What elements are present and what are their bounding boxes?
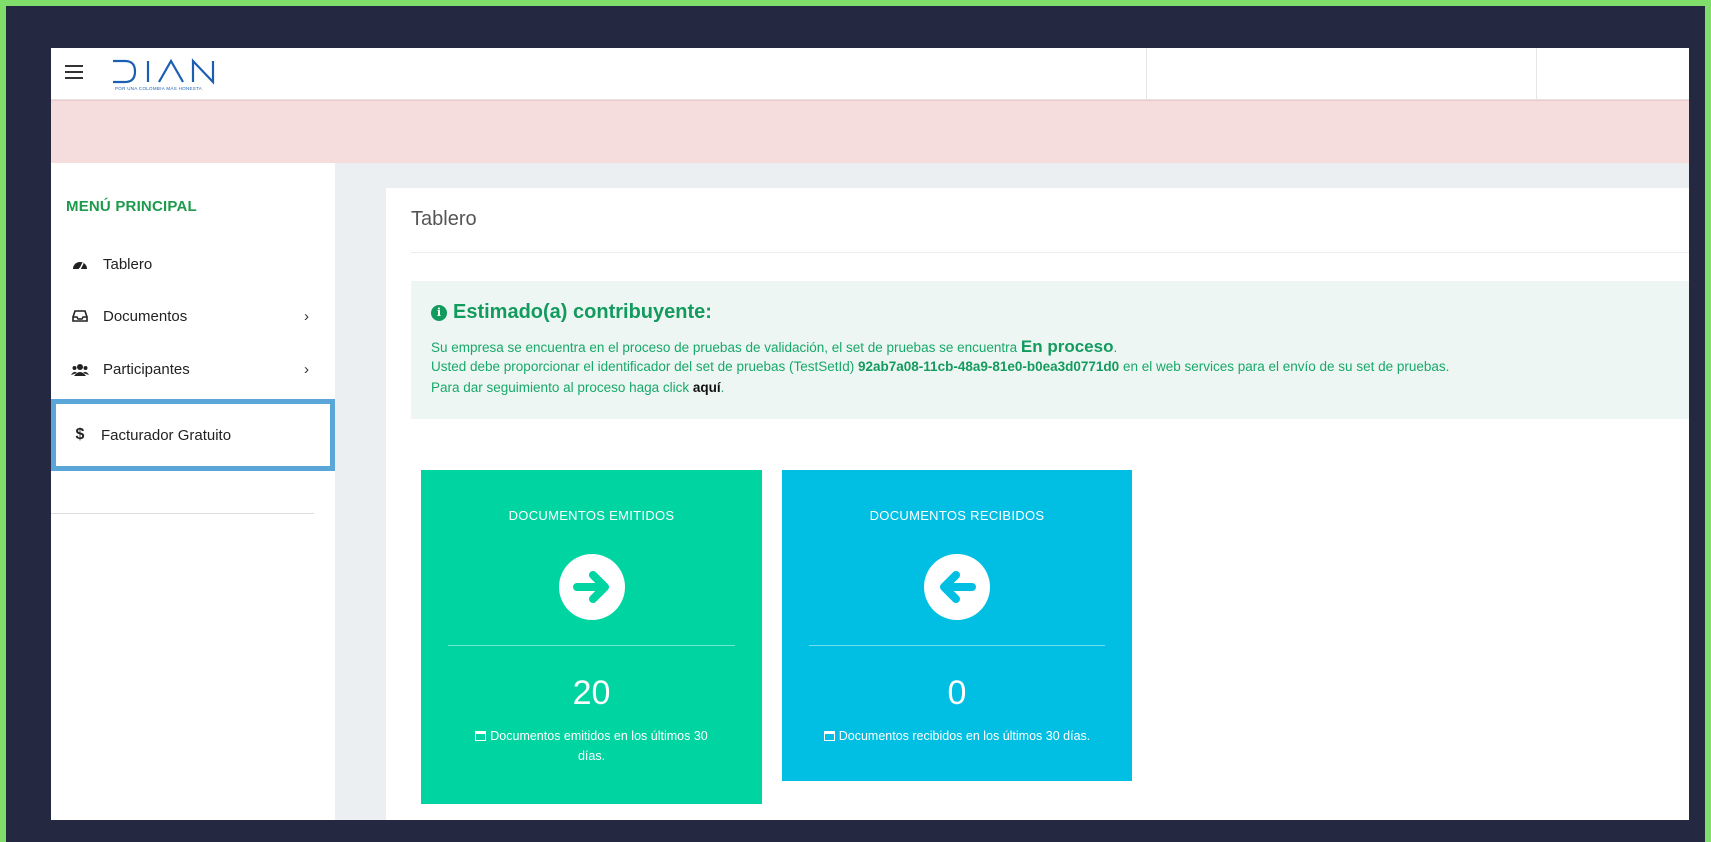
info-line-followup: Para dar seguimiento al proceso haga cli… [431,380,724,395]
info-text: en el web services para el envío de su s… [1119,359,1450,374]
card-footer-text: Documentos recibidos en los últimos 30 d… [838,729,1091,743]
sidebar-divider [51,513,314,514]
sidebar-item-tablero[interactable]: Tablero [51,241,335,287]
card-title: DOCUMENTOS RECIBIDOS [869,508,1045,523]
logo-tagline: POR UNA COLOMBIA MÁS HONESTA [115,86,203,91]
sidebar-item-label: Documentos [103,307,188,325]
header-divider [1146,48,1147,100]
info-heading: i Estimado(a) contribuyente: [431,301,712,324]
info-alert: i Estimado(a) contribuyente: Su empresa … [411,281,1689,419]
dashboard-panel: Tablero i Estimado(a) contribuyente: Su … [386,188,1689,820]
info-circle-icon: i [431,304,447,321]
top-bar: POR UNA COLOMBIA MÁS HONESTA [51,48,1689,100]
info-line-status: Su empresa se encuentra en el proceso de… [431,337,1117,357]
sidebar-item-facturador-gratuito[interactable]: $ Facturador Gratuito [51,399,335,471]
card-footer: Documentos recibidos en los últimos 30 d… [812,726,1102,746]
card-footer-text: Documentos emitidos en los últimos 30 [490,729,708,743]
chevron-right-icon: › [304,361,309,378]
card-footer-text: días. [577,749,606,763]
card-count: 20 [572,674,611,712]
card-documentos-emitidos[interactable]: DOCUMENTOS EMITIDOS 20 Documentos emitid… [421,470,762,804]
sidebar: MENÚ PRINCIPAL Tablero Documentos › Part… [51,163,335,820]
users-icon [71,361,89,377]
app-screen: POR UNA COLOMBIA MÁS HONESTA MENÚ PRINCI… [51,48,1689,820]
sidebar-item-label: Tablero [103,255,153,273]
card-footer: Documentos emitidos en los últimos 30 dí… [451,726,732,766]
card-count: 0 [947,674,967,712]
info-text: . [1113,340,1118,355]
alert-band [51,100,1689,163]
chevron-right-icon: › [304,308,309,325]
header-divider [1536,48,1537,100]
info-text: . [720,380,725,395]
card-divider [448,645,735,646]
inbox-icon [71,308,89,324]
sidebar-item-documentos[interactable]: Documentos › [51,293,335,339]
arrow-right-circle-icon [558,554,625,620]
info-line-testsetid: Usted debe proporcionar el identificador… [431,359,1449,374]
arrow-left-circle-icon [924,554,990,620]
page-title: Tablero [411,208,477,230]
title-divider [411,252,1689,253]
card-divider [809,645,1105,646]
hamburger-menu-icon[interactable] [65,65,83,81]
sidebar-item-label: Participantes [103,360,190,378]
aqui-link[interactable]: aquí [693,380,721,395]
info-text: Para dar seguimiento al proceso haga cli… [431,380,693,395]
status-text: En proceso [1020,337,1114,356]
testset-id: 92ab7a08-11cb-48a9-81e0-b0ea3d0771d0 [858,359,1120,374]
info-text: Su empresa se encuentra en el proceso de… [431,340,1021,355]
card-title: DOCUMENTOS EMITIDOS [508,508,675,523]
info-heading-text: Estimado(a) contribuyente: [453,301,712,323]
calendar-icon [823,731,835,741]
info-text: Usted debe proporcionar el identificador… [431,359,858,374]
sidebar-item-participantes[interactable]: Participantes › [51,346,335,392]
dian-logo[interactable]: POR UNA COLOMBIA MÁS HONESTA [111,55,251,95]
dollar-icon: $ [75,426,85,443]
card-documentos-recibidos[interactable]: DOCUMENTOS RECIBIDOS 0 Documentos recibi… [782,470,1132,781]
calendar-icon [475,731,487,741]
menu-title: MENÚ PRINCIPAL [66,198,197,215]
dashboard-icon [71,256,89,272]
sidebar-item-label: Facturador Gratuito [101,426,232,444]
